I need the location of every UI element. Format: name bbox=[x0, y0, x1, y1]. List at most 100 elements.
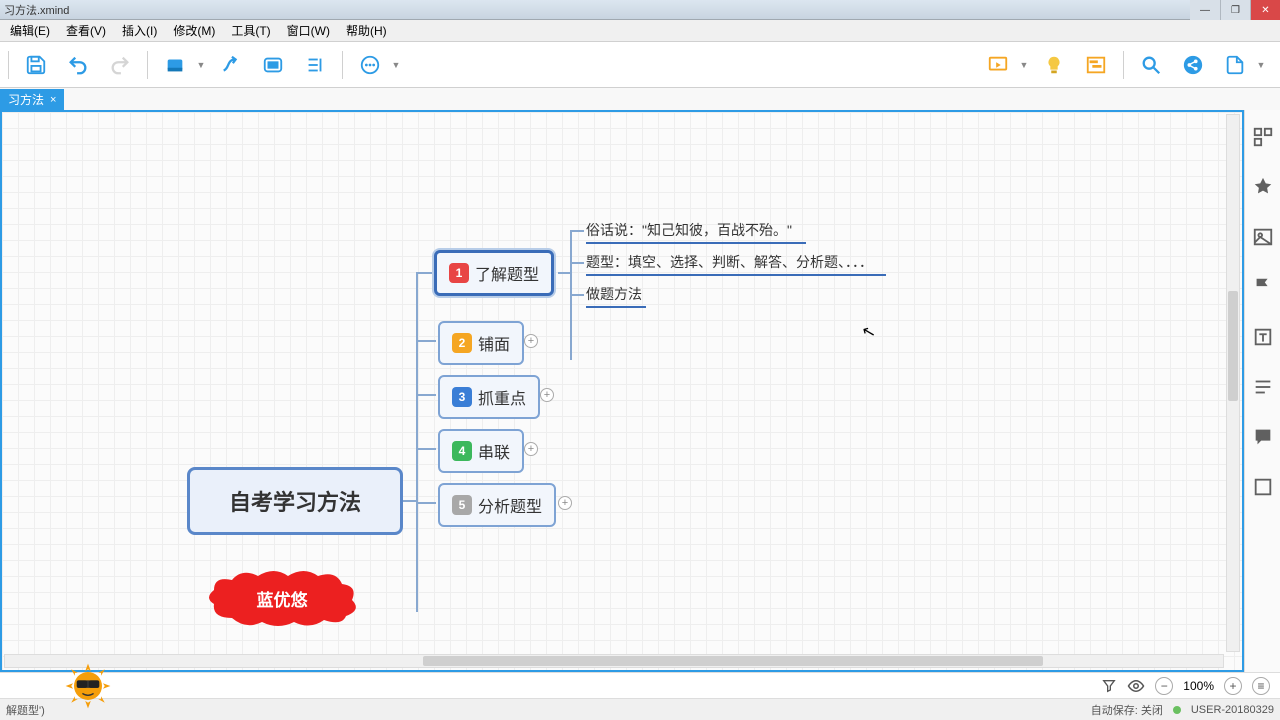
search-icon bbox=[1140, 54, 1162, 76]
titlebar: 习方法.xmind — ❐ ✕ bbox=[0, 0, 1280, 20]
zoom-out-button[interactable]: − bbox=[1155, 677, 1173, 695]
idea-button[interactable] bbox=[1037, 48, 1071, 82]
subnode-5[interactable]: 5 分析题型 bbox=[438, 483, 556, 527]
leaf-2[interactable]: 题型：填空、选择、判断、解答、分析题、．．． bbox=[586, 252, 886, 276]
online-dot-icon bbox=[1173, 706, 1181, 714]
mindmap-canvas[interactable]: 自考学习方法 1 了解题型 2 铺面 + 3 抓重点 + 4 串联 + 5 分析… bbox=[2, 112, 1242, 670]
task-icon[interactable] bbox=[1252, 476, 1274, 498]
subnode-1[interactable]: 1 了解题型 bbox=[434, 250, 554, 296]
tabbar: 习方法 × bbox=[0, 88, 1280, 110]
gantt-icon bbox=[1085, 54, 1107, 76]
text-icon[interactable] bbox=[1252, 326, 1274, 348]
redo-button[interactable] bbox=[103, 48, 137, 82]
badge-4: 4 bbox=[452, 441, 472, 461]
root-label: 自考学习方法 bbox=[229, 485, 361, 517]
badge-3: 3 bbox=[452, 387, 472, 407]
relationship-icon bbox=[220, 54, 242, 76]
vertical-scrollbar[interactable] bbox=[1226, 114, 1240, 652]
save-icon bbox=[25, 54, 47, 76]
zoom-in-button[interactable]: + bbox=[1224, 677, 1242, 695]
window-title: 习方法.xmind bbox=[4, 2, 69, 18]
boundary-button[interactable] bbox=[256, 48, 290, 82]
export-dropdown[interactable]: ▼ bbox=[1256, 60, 1266, 70]
expand-node-2[interactable]: + bbox=[524, 334, 538, 348]
more-dropdown[interactable]: ▼ bbox=[391, 60, 401, 70]
side-panel bbox=[1244, 110, 1280, 672]
subnode-1-label: 了解题型 bbox=[475, 261, 539, 285]
subnode-5-label: 分析题型 bbox=[478, 493, 542, 517]
menu-window[interactable]: 窗口(W) bbox=[279, 20, 338, 41]
gantt-button[interactable] bbox=[1079, 48, 1113, 82]
zoom-bar: − 100% + ≡ bbox=[0, 672, 1280, 698]
flag-icon[interactable] bbox=[1252, 276, 1274, 298]
subnode-2[interactable]: 2 铺面 bbox=[438, 321, 524, 365]
export-icon bbox=[1224, 54, 1246, 76]
horizontal-scrollbar[interactable] bbox=[4, 654, 1224, 668]
present-button[interactable] bbox=[981, 48, 1015, 82]
tab-label: 习方法 bbox=[8, 91, 44, 108]
subnode-3-label: 抓重点 bbox=[478, 385, 526, 409]
present-icon bbox=[987, 54, 1009, 76]
subnode-3[interactable]: 3 抓重点 bbox=[438, 375, 540, 419]
menubar: 编辑(E) 查看(V) 插入(I) 修改(M) 工具(T) 窗口(W) 帮助(H… bbox=[0, 20, 1280, 42]
zoom-level: 100% bbox=[1183, 679, 1214, 693]
cloud-label: 蓝优悠 bbox=[202, 568, 362, 628]
tab-close-icon[interactable]: × bbox=[50, 94, 56, 106]
more-icon bbox=[359, 54, 381, 76]
subnode-4[interactable]: 4 串联 bbox=[438, 429, 524, 473]
summary-button[interactable] bbox=[298, 48, 332, 82]
leaf-1[interactable]: 俗话说："知己知彼，百战不殆。" bbox=[586, 220, 806, 244]
menu-insert[interactable]: 插入(I) bbox=[114, 20, 165, 41]
comments-icon[interactable] bbox=[1252, 426, 1274, 448]
cursor-icon: ↖ bbox=[860, 321, 878, 344]
bulb-icon bbox=[1043, 54, 1065, 76]
export-button[interactable] bbox=[1218, 48, 1252, 82]
summary-icon bbox=[304, 54, 326, 76]
markers-icon[interactable] bbox=[1252, 176, 1274, 198]
floating-cloud[interactable]: 蓝优悠 bbox=[202, 568, 362, 628]
canvas-frame: 自考学习方法 1 了解题型 2 铺面 + 3 抓重点 + 4 串联 + 5 分析… bbox=[0, 110, 1244, 672]
eye-icon[interactable] bbox=[1127, 677, 1145, 695]
relationship-button[interactable] bbox=[214, 48, 248, 82]
image-icon[interactable] bbox=[1252, 226, 1274, 248]
expand-node-4[interactable]: + bbox=[524, 442, 538, 456]
autosave-status: 自动保存: 关闭 bbox=[1091, 702, 1163, 718]
menu-modify[interactable]: 修改(M) bbox=[165, 20, 223, 41]
status-left: 解题型') bbox=[6, 702, 45, 718]
user-label: USER-20180329 bbox=[1191, 704, 1274, 716]
menu-help[interactable]: 帮助(H) bbox=[338, 20, 395, 41]
expand-node-3[interactable]: + bbox=[540, 388, 554, 402]
badge-5: 5 bbox=[452, 495, 472, 515]
subnode-2-label: 铺面 bbox=[478, 331, 510, 355]
toolbar: ▼ ▼ ▼ ▼ bbox=[0, 42, 1280, 88]
outline-icon[interactable] bbox=[1252, 126, 1274, 148]
leaf-3[interactable]: 做题方法 bbox=[586, 284, 646, 308]
status-bar: 解题型') 自动保存: 关闭 USER-20180329 bbox=[0, 698, 1280, 720]
topic-dropdown[interactable]: ▼ bbox=[196, 60, 206, 70]
minimize-button[interactable]: — bbox=[1190, 0, 1220, 20]
share-button[interactable] bbox=[1176, 48, 1210, 82]
redo-icon bbox=[109, 54, 131, 76]
badge-2: 2 bbox=[452, 333, 472, 353]
subnode-4-label: 串联 bbox=[478, 439, 510, 463]
expand-node-5[interactable]: + bbox=[558, 496, 572, 510]
menu-view[interactable]: 查看(V) bbox=[58, 20, 114, 41]
notes-icon[interactable] bbox=[1252, 376, 1274, 398]
badge-1: 1 bbox=[449, 263, 469, 283]
zoom-fit-button[interactable]: ≡ bbox=[1252, 677, 1270, 695]
topic-button[interactable] bbox=[158, 48, 192, 82]
topic-icon bbox=[164, 54, 186, 76]
maximize-button[interactable]: ❐ bbox=[1220, 0, 1250, 20]
document-tab[interactable]: 习方法 × bbox=[0, 89, 64, 110]
menu-tools[interactable]: 工具(T) bbox=[223, 20, 278, 41]
undo-button[interactable] bbox=[61, 48, 95, 82]
more-button[interactable] bbox=[353, 48, 387, 82]
filter-icon[interactable] bbox=[1101, 678, 1117, 694]
save-button[interactable] bbox=[19, 48, 53, 82]
menu-edit[interactable]: 编辑(E) bbox=[2, 20, 58, 41]
root-node[interactable]: 自考学习方法 bbox=[187, 467, 403, 535]
present-dropdown[interactable]: ▼ bbox=[1019, 60, 1029, 70]
share-icon bbox=[1182, 54, 1204, 76]
search-button[interactable] bbox=[1134, 48, 1168, 82]
close-button[interactable]: ✕ bbox=[1250, 0, 1280, 20]
